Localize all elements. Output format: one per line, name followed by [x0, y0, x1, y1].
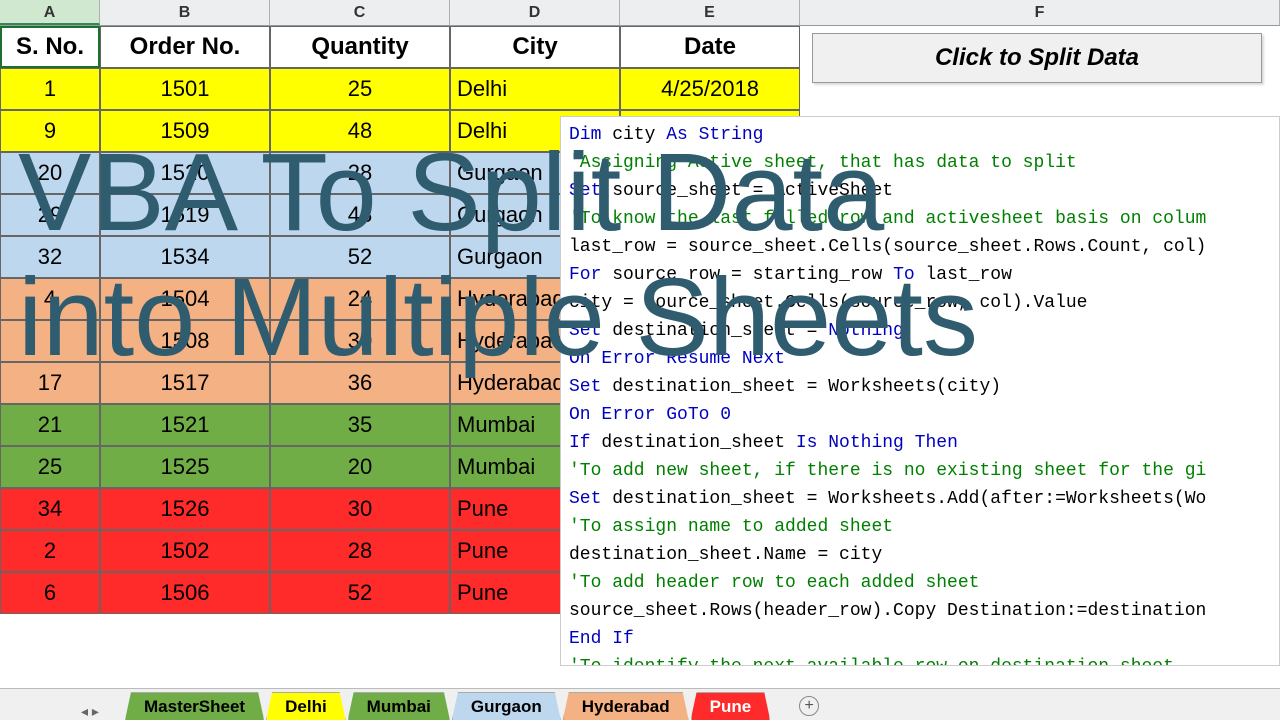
cell[interactable]: 1504	[100, 278, 270, 320]
header-orderno[interactable]: Order No.	[100, 26, 270, 68]
split-data-button[interactable]: Click to Split Data	[812, 33, 1262, 83]
cell[interactable]: 36	[270, 362, 450, 404]
add-sheet-button[interactable]: +	[792, 692, 826, 720]
cell[interactable]: 1509	[100, 110, 270, 152]
cell[interactable]: 30	[270, 320, 450, 362]
col-header-C[interactable]: C	[270, 0, 450, 25]
sheet-tab-gurgaon[interactable]: Gurgaon	[452, 692, 561, 720]
cell[interactable]: 35	[270, 404, 450, 446]
cell[interactable]: 1508	[100, 320, 270, 362]
cell[interactable]: 1534	[100, 236, 270, 278]
cell[interactable]: 24	[270, 278, 450, 320]
cell[interactable]: 1	[0, 68, 100, 110]
cell[interactable]: 29	[0, 194, 100, 236]
tab-nav-arrows[interactable]: ◂ ▸	[55, 703, 125, 720]
header-quantity[interactable]: Quantity	[270, 26, 450, 68]
cell[interactable]: 25	[0, 446, 100, 488]
sheet-tabs-bar: ◂ ▸ MasterSheetDelhiMumbaiGurgaonHyderab…	[0, 688, 1280, 720]
cell[interactable]: 1520	[100, 152, 270, 194]
cell[interactable]: 1501	[100, 68, 270, 110]
cell[interactable]: 1506	[100, 572, 270, 614]
cell[interactable]: 1519	[100, 194, 270, 236]
cell[interactable]: 52	[270, 236, 450, 278]
cell[interactable]: 21	[0, 404, 100, 446]
cell[interactable]: 9	[0, 110, 100, 152]
sheet-tab-pune[interactable]: Pune	[691, 692, 771, 720]
cell[interactable]: 1526	[100, 488, 270, 530]
cell[interactable]: 28	[270, 530, 450, 572]
cell[interactable]	[0, 320, 100, 362]
col-header-D[interactable]: D	[450, 0, 620, 25]
header-city[interactable]: City	[450, 26, 620, 68]
cell[interactable]: 17	[0, 362, 100, 404]
cell[interactable]: 1517	[100, 362, 270, 404]
vba-code-panel: Dim city As String 'Assigning Active she…	[560, 116, 1280, 666]
col-header-F[interactable]: F	[800, 0, 1280, 25]
header-sno[interactable]: S. No.	[0, 26, 100, 68]
cell[interactable]: 32	[0, 236, 100, 278]
cell[interactable]: 1521	[100, 404, 270, 446]
cell[interactable]: 28	[270, 152, 450, 194]
cell[interactable]: 2	[0, 530, 100, 572]
cell[interactable]: 34	[0, 488, 100, 530]
sheet-tab-hyderabad[interactable]: Hyderabad	[563, 692, 689, 720]
col-header-E[interactable]: E	[620, 0, 800, 25]
cell[interactable]: 48	[270, 110, 450, 152]
cell[interactable]: 1525	[100, 446, 270, 488]
cell[interactable]: 6	[0, 572, 100, 614]
cell[interactable]: 25	[270, 68, 450, 110]
sheet-tab-mumbai[interactable]: Mumbai	[348, 692, 450, 720]
plus-icon: +	[799, 696, 819, 716]
cell[interactable]: 20	[270, 446, 450, 488]
cell[interactable]: Delhi	[450, 68, 620, 110]
sheet-tab-mastersheet[interactable]: MasterSheet	[125, 692, 264, 720]
sheet-tab-delhi[interactable]: Delhi	[266, 692, 346, 720]
column-header-row: A B C D E F	[0, 0, 1280, 26]
cell[interactable]: 20	[0, 152, 100, 194]
header-date[interactable]: Date	[620, 26, 800, 68]
cell[interactable]: 1502	[100, 530, 270, 572]
cell[interactable]: 4/25/2018	[620, 68, 800, 110]
cell[interactable]: 48	[270, 194, 450, 236]
cell[interactable]: 52	[270, 572, 450, 614]
col-header-B[interactable]: B	[100, 0, 270, 25]
cell[interactable]: 4	[0, 278, 100, 320]
cell[interactable]: 30	[270, 488, 450, 530]
col-header-A[interactable]: A	[0, 0, 100, 25]
